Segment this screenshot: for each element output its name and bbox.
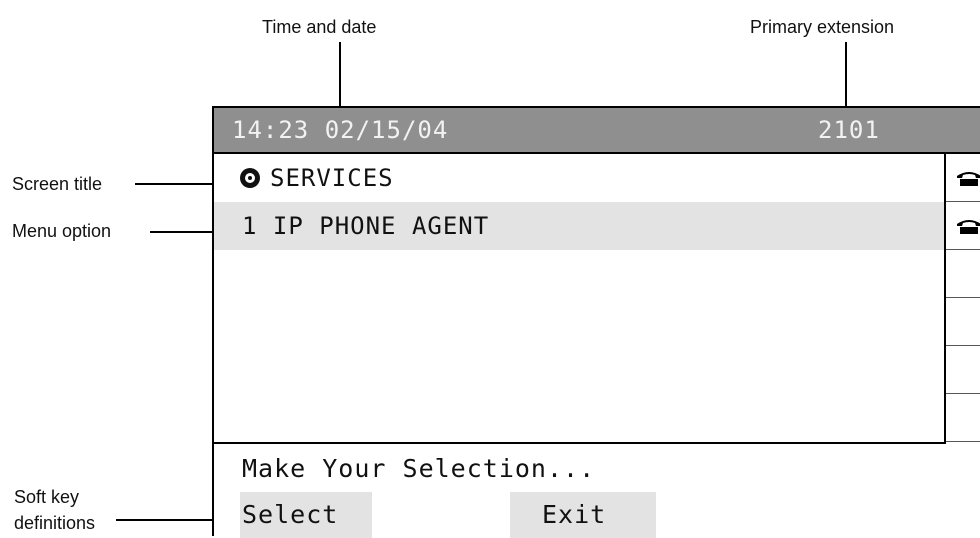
callout-line-time — [339, 42, 341, 106]
phone-icon — [957, 172, 980, 186]
status-prompt: Make Your Selection... — [242, 454, 596, 483]
softkey-exit[interactable]: Exit — [510, 492, 656, 538]
screen-title-row: SERVICES — [214, 154, 944, 202]
screen-area: SERVICES 1 IP PHONE AGENT — [214, 154, 946, 444]
callout-soft-key-line2: definitions — [14, 513, 96, 533]
line-button-5[interactable] — [946, 346, 980, 394]
callout-soft-key-line1: Soft key — [14, 487, 80, 507]
line-button-4[interactable] — [946, 298, 980, 346]
line-button-2[interactable] — [946, 202, 980, 250]
softkey-select[interactable]: Select — [240, 492, 372, 538]
callout-line-soft-key — [116, 519, 214, 521]
callout-line-extension — [845, 42, 847, 106]
menu-option-label: 1 IP PHONE AGENT — [242, 212, 490, 240]
menu-option-ip-phone-agent[interactable]: 1 IP PHONE AGENT — [214, 202, 944, 250]
screen-title: SERVICES — [270, 164, 394, 192]
line-buttons-column — [946, 154, 980, 444]
callout-time-and-date: Time and date — [262, 17, 377, 37]
callout-screen-title: Screen title — [12, 174, 103, 194]
phone-icon — [957, 220, 980, 234]
callout-menu-option: Menu option — [12, 221, 112, 241]
phone-display: 14:23 02/15/04 2101 SERVICES 1 IP PHONE … — [212, 106, 980, 538]
services-globe-icon — [240, 168, 260, 188]
line-button-6[interactable] — [946, 394, 980, 442]
line-button-3[interactable] — [946, 250, 980, 298]
callout-primary-extension: Primary extension — [750, 17, 895, 37]
primary-extension-readout: 2101 — [818, 116, 880, 144]
header-bar: 14:23 02/15/04 2101 — [214, 108, 980, 154]
line-button-1[interactable] — [946, 154, 980, 202]
time-date-readout: 14:23 02/15/04 — [232, 116, 449, 144]
